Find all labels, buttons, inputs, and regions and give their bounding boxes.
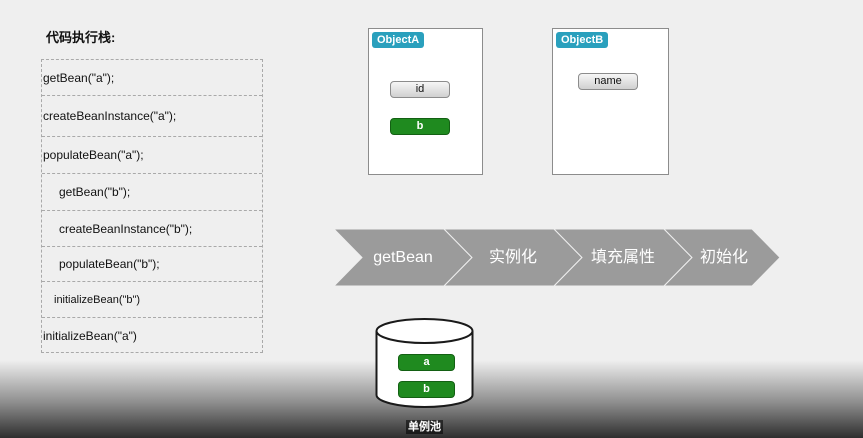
field-b: b <box>390 118 450 135</box>
field-id: id <box>390 81 450 98</box>
stack-frame: initializeBean("b") <box>42 282 262 318</box>
stack-title: 代码执行栈: <box>46 30 116 45</box>
singleton-pool: a b <box>375 318 474 408</box>
pool-item-b: b <box>398 381 455 398</box>
object-b-tag: ObjectB <box>556 32 609 48</box>
stack-frame: createBeanInstance("b"); <box>42 211 262 247</box>
field-name: name <box>578 73 638 90</box>
stack-frame: populateBean("b"); <box>42 247 262 282</box>
flow-step-label: 填充属性 <box>590 249 655 266</box>
execution-stack: getBean("a"); createBeanInstance("a"); p… <box>41 59 263 353</box>
stack-frame: getBean("a"); <box>42 60 262 96</box>
flow-step-label: getBean <box>373 249 433 266</box>
object-a-card: ObjectA id b <box>368 28 483 175</box>
pool-caption: 单例池 <box>406 420 443 434</box>
object-a-tag: ObjectA <box>372 32 425 48</box>
object-b-card: ObjectB name <box>552 28 669 175</box>
pool-item-a: a <box>398 354 455 371</box>
stack-frame: populateBean("a"); <box>42 137 262 174</box>
stack-frame: getBean("b"); <box>42 174 262 211</box>
stack-frame: initializeBean("a") <box>43 328 137 343</box>
stack-frame: createBeanInstance("a"); <box>42 96 262 137</box>
flow-step-label: 初始化 <box>699 249 748 266</box>
lifecycle-flow: getBean 实例化 填充属性 初始化 <box>334 229 780 286</box>
flow-step-label: 实例化 <box>488 249 537 266</box>
